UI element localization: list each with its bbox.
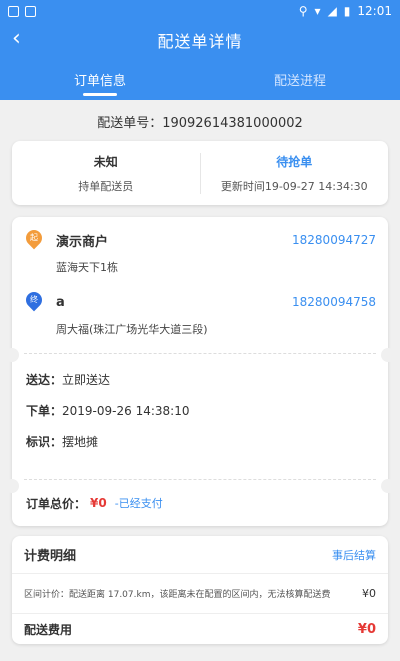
order-tag: 标识： 摆地摊 bbox=[26, 435, 99, 449]
payment-status: -已经支付 bbox=[114, 497, 163, 510]
tab-delivery-progress[interactable]: 配送进程 bbox=[200, 58, 400, 100]
back-icon[interactable]: ‹ bbox=[12, 28, 32, 52]
battery-icon: ▮ bbox=[343, 4, 351, 18]
receiver-name: a bbox=[56, 294, 65, 310]
receiver-address: 周大福(珠江广场光华大道三段) bbox=[56, 323, 208, 336]
order-total: 订单总价： ¥0 -已经支付 bbox=[12, 480, 388, 526]
sender: 起 演示商户 18280094727 蓝海天下1栋 bbox=[12, 226, 388, 275]
order-time: 下单： 2019-09-26 14:38:10 bbox=[26, 403, 190, 419]
order-number: 配送单号：19092614381000002 bbox=[97, 116, 303, 131]
tab-order-info[interactable]: 订单信息 bbox=[0, 58, 200, 100]
receiver: 终 a 18280094758 周大福(珠江广场光华大道三段) bbox=[12, 288, 388, 337]
page-title: 配送单详情 bbox=[157, 32, 243, 51]
sender-address: 蓝海天下1栋 bbox=[56, 261, 118, 274]
fee-description: 区间计价：配送距离 17.07.km，该距离未在配置的区间内，无法核算配送费 bbox=[24, 590, 331, 600]
status-card: 未知 持单配送员 待抢单 更新时间19-09-27 14:34:30 bbox=[12, 141, 388, 205]
wifi-icon: ▾ bbox=[314, 4, 321, 18]
clock: 12:01 bbox=[357, 4, 392, 18]
receiver-pin-icon: 终 bbox=[22, 288, 46, 312]
delivery-fee-label: 配送费用 bbox=[24, 622, 73, 637]
order-state: 待抢单 更新时间19-09-27 14:34:30 bbox=[199, 152, 389, 194]
state-value: 待抢单 bbox=[276, 154, 313, 169]
rider-info: 未知 持单配送员 bbox=[12, 153, 200, 194]
location-icon: ⚲ bbox=[298, 4, 308, 18]
sender-phone[interactable]: 18280094727 bbox=[292, 233, 376, 247]
fee-title: 计费明细 bbox=[24, 549, 77, 564]
image-icon bbox=[25, 5, 36, 17]
delivery-time: 送达： 立即送达 bbox=[26, 373, 111, 387]
signal-icon: ◢ bbox=[327, 4, 337, 18]
detail-card: 起 演示商户 18280094727 蓝海天下1栋 终 a 1828009475… bbox=[5, 217, 395, 526]
total-label: 订单总价： bbox=[26, 496, 87, 511]
total-amount: ¥0 bbox=[90, 496, 107, 510]
receiver-phone[interactable]: 18280094758 bbox=[292, 295, 376, 309]
notification-icon bbox=[8, 5, 19, 17]
fee-card: 计费明细 事后结算 区间计价：配送距离 17.07.km，该距离未在配置的区间内… bbox=[12, 536, 388, 644]
app-header: ‹ 配送单详情 订单信息 配送进程 bbox=[0, 22, 400, 100]
rider-label: 持单配送员 bbox=[78, 179, 134, 193]
rider-value: 未知 bbox=[93, 154, 118, 169]
delivery-fee-amount: ¥0 bbox=[357, 621, 376, 637]
sender-name: 演示商户 bbox=[56, 234, 109, 250]
sender-pin-icon: 起 bbox=[22, 226, 46, 250]
settle-link[interactable]: 事后结算 bbox=[332, 547, 376, 563]
status-bar: ⚲ ▾ ◢ ▮ 12:01 bbox=[0, 0, 400, 22]
fee-description-amount: ¥0 bbox=[362, 587, 376, 600]
updated-time: 更新时间19-09-27 14:34:30 bbox=[220, 179, 368, 193]
tab-bar: 订单信息 配送进程 bbox=[0, 58, 400, 100]
